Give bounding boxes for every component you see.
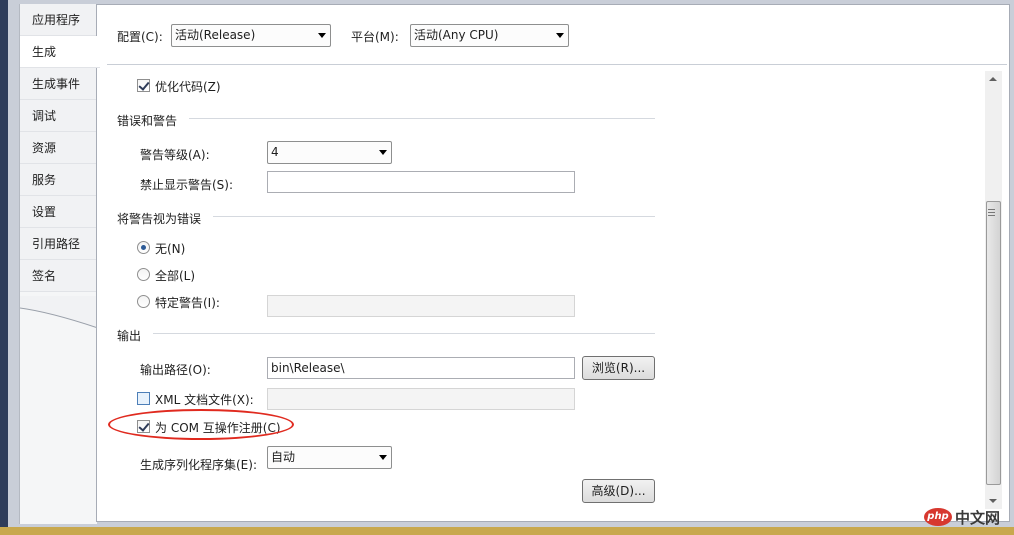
config-label: 配置(C): (117, 30, 163, 44)
left-edge (0, 0, 8, 535)
divider (153, 333, 655, 334)
suppress-warnings-input[interactable] (267, 171, 575, 193)
chevron-down-icon (379, 150, 387, 155)
vertical-scrollbar[interactable] (985, 71, 1002, 509)
browse-button[interactable]: 浏览(R)... (582, 356, 655, 380)
warning-level-select[interactable]: 4 (267, 141, 392, 164)
serialization-label: 生成序列化程序集(E): (140, 458, 257, 472)
radio-specific[interactable] (137, 295, 150, 308)
tab-application[interactable]: 应用程序 (20, 4, 97, 36)
divider (213, 216, 655, 217)
config-select[interactable]: 活动(Release) (171, 24, 331, 47)
tab-build-events[interactable]: 生成事件 (20, 68, 97, 100)
output-path-input[interactable]: bin\Release\ (267, 357, 575, 379)
errors-group-title: 错误和警告 (117, 114, 178, 128)
tab-debug[interactable]: 调试 (20, 100, 97, 132)
radio-none-label: 无(N) (155, 242, 186, 256)
optimize-checkbox[interactable] (137, 79, 150, 92)
platform-label: 平台(M): (351, 30, 399, 44)
radio-all[interactable] (137, 268, 150, 281)
output-path-label: 输出路径(O): (140, 363, 211, 377)
tab-column-tail (20, 296, 98, 329)
scroll-down-icon[interactable] (989, 499, 997, 503)
tab-signing[interactable]: 签名 (20, 260, 97, 292)
output-group-title: 输出 (117, 329, 142, 343)
advanced-button[interactable]: 高级(D)... (582, 479, 655, 503)
site-watermark: php 中文网 (924, 506, 1010, 528)
config-value: 活动(Release) (175, 28, 256, 42)
radio-none[interactable] (137, 241, 150, 254)
bottom-edge (0, 527, 1014, 535)
configuration-bar: 配置(C): 活动(Release) 平台(M): 活动(Any CPU) (97, 5, 1009, 65)
platform-select[interactable]: 活动(Any CPU) (410, 24, 569, 47)
tab-reference-paths[interactable]: 引用路径 (20, 228, 97, 260)
tab-settings[interactable]: 设置 (20, 196, 97, 228)
tab-resources[interactable]: 资源 (20, 132, 97, 164)
xml-doc-input[interactable] (267, 388, 575, 410)
specific-warnings-input[interactable] (267, 295, 575, 317)
divider (189, 118, 655, 119)
scrollbar-thumb[interactable] (986, 201, 1001, 485)
chevron-down-icon (556, 33, 564, 38)
chevron-down-icon (318, 33, 326, 38)
suppress-warnings-label: 禁止显示警告(S): (140, 178, 234, 192)
build-settings-panel: 配置(C): 活动(Release) 平台(M): 活动(Any CPU) 优化… (96, 4, 1010, 522)
warning-level-label: 警告等级(A): (140, 148, 210, 162)
divider (107, 64, 1007, 65)
optimize-label: 优化代码(Z) (155, 80, 221, 94)
serialization-select[interactable]: 自动 (267, 446, 392, 469)
chevron-down-icon (379, 455, 387, 460)
grip-icon (988, 209, 995, 216)
treat-warnings-group-title: 将警告视为错误 (117, 212, 202, 226)
annotation-ellipse (108, 409, 294, 440)
serialization-value: 自动 (271, 450, 296, 464)
xml-doc-checkbox[interactable] (137, 392, 150, 405)
php-logo: php (924, 508, 952, 526)
tab-build[interactable]: 生成 (20, 36, 100, 68)
tab-services[interactable]: 服务 (20, 164, 97, 196)
radio-specific-label: 特定警告(I): (155, 296, 220, 310)
radio-all-label: 全部(L) (155, 269, 196, 283)
platform-value: 活动(Any CPU) (414, 28, 499, 42)
warning-level-value: 4 (271, 145, 279, 159)
watermark-text: 中文网 (955, 509, 1001, 527)
scroll-up-icon[interactable] (989, 77, 997, 81)
property-tabs: 应用程序 生成 生成事件 调试 资源 服务 设置 引用路径 签名 (19, 4, 100, 524)
xml-doc-label: XML 文档文件(X): (155, 393, 254, 407)
